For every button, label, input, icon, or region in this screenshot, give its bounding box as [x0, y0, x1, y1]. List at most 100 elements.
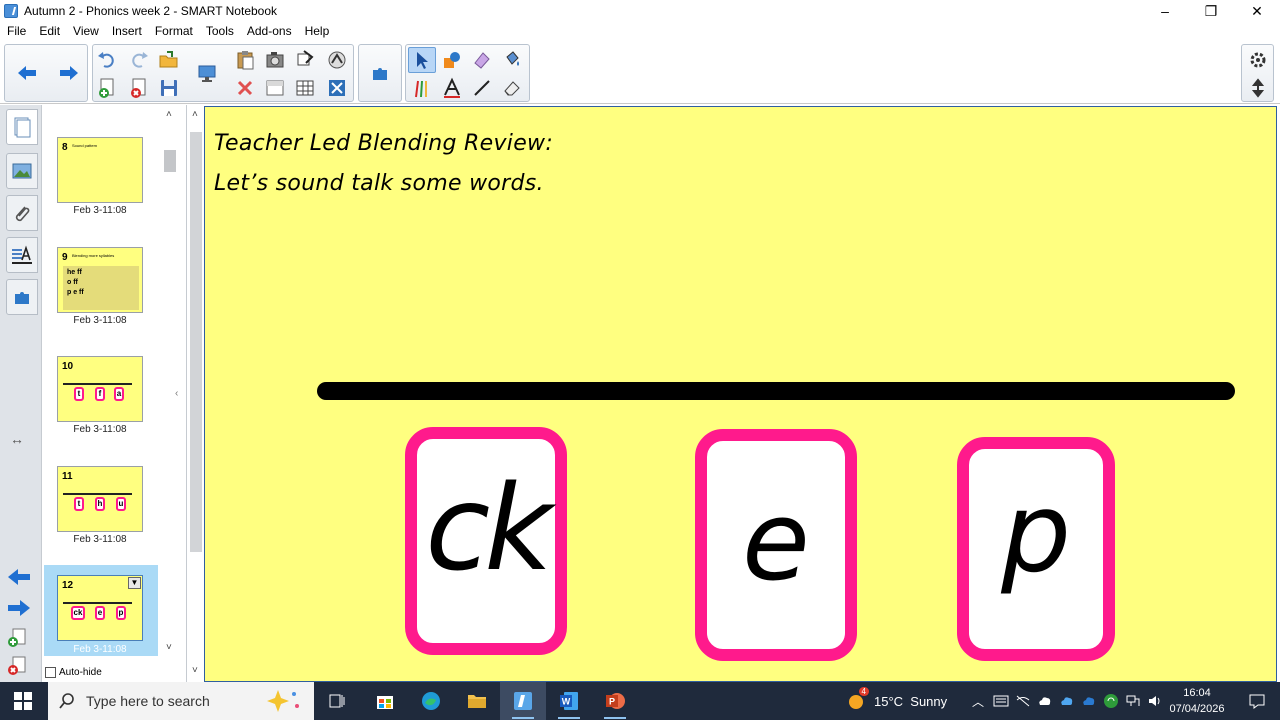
grapheme-card-e[interactable]: e: [695, 429, 857, 661]
lines-icon[interactable]: [468, 75, 496, 101]
canvas-scroll-up-icon[interactable]: ˄: [192, 109, 198, 120]
onedrive-icon[interactable]: [1059, 694, 1075, 708]
menu-help[interactable]: Help: [298, 24, 336, 38]
menu-format[interactable]: Format: [148, 24, 199, 38]
back-arrow-icon[interactable]: [13, 60, 41, 86]
auto-hide-checkbox[interactable]: Auto-hide: [45, 667, 102, 678]
new-page-icon[interactable]: [93, 75, 121, 101]
settings-icon[interactable]: [1244, 47, 1272, 73]
close-button[interactable]: ✕: [1234, 0, 1280, 22]
screen-capture-icon[interactable]: [261, 47, 289, 73]
screen-share-icon[interactable]: [193, 60, 221, 86]
heading-line-2[interactable]: Let’s sound talk some words.: [214, 171, 544, 196]
thumbnail-menu-dropdown[interactable]: ▼: [128, 577, 141, 589]
gallery-tab[interactable]: [6, 153, 38, 189]
scroll-down-icon[interactable]: ˅: [166, 642, 172, 653]
sidebar-tabs: ↔: [0, 105, 42, 682]
sound-line[interactable]: [317, 382, 1235, 400]
network-off-icon[interactable]: [1015, 694, 1031, 708]
sync-status-icon[interactable]: [1103, 693, 1119, 709]
fill-bucket-icon[interactable]: [498, 47, 526, 73]
menu-file[interactable]: File: [0, 24, 32, 38]
taskbar-search-box[interactable]: Type here to search: [48, 682, 314, 720]
scroll-thumb[interactable]: [164, 150, 176, 172]
delete-icon[interactable]: [231, 75, 259, 101]
file-explorer-button[interactable]: [454, 682, 500, 720]
pens-icon[interactable]: [408, 75, 436, 101]
notebook-page-canvas[interactable]: Teacher Led Blending Review: Let’s sound…: [204, 106, 1277, 682]
powerpoint-button[interactable]: P: [592, 682, 638, 720]
collapse-sorter-icon[interactable]: ‹: [175, 388, 178, 399]
add-ons-tab[interactable]: [6, 279, 38, 315]
start-button[interactable]: [0, 682, 46, 720]
properties-tab[interactable]: [6, 237, 38, 273]
redo-icon[interactable]: [125, 47, 153, 73]
text-icon[interactable]: [438, 75, 466, 101]
forward-arrow-icon[interactable]: [55, 60, 83, 86]
grapheme-text: e: [742, 477, 810, 605]
resize-sidebar-icon[interactable]: ↔: [10, 431, 24, 447]
eraser-icon[interactable]: [498, 75, 526, 101]
page-sorter-tab[interactable]: [6, 109, 38, 145]
wired-network-icon[interactable]: [1125, 694, 1141, 708]
save-icon[interactable]: [155, 75, 183, 101]
volume-icon[interactable]: [1147, 694, 1163, 708]
scroll-up-icon[interactable]: ˄: [166, 109, 172, 120]
cloud-sync-icon[interactable]: [1037, 694, 1053, 708]
undo-icon[interactable]: [93, 47, 121, 73]
table-icon[interactable]: [291, 75, 319, 101]
notifications-button[interactable]: [1234, 682, 1280, 720]
menu-view[interactable]: View: [66, 24, 105, 38]
menu-edit[interactable]: Edit: [32, 24, 66, 38]
page-thumbnail-8[interactable]: 8 Sound pattern: [57, 137, 143, 203]
open-file-icon[interactable]: [155, 47, 183, 73]
thumbnail-word: p e ff: [67, 289, 84, 296]
move-toolbar-icon[interactable]: [1244, 75, 1272, 101]
page-thumbnail-12[interactable]: 12 ck e p ▼: [57, 575, 143, 641]
document-camera-icon[interactable]: [323, 47, 351, 73]
weather-widget[interactable]: 4 15°C Sunny: [846, 682, 947, 720]
heading-line-1[interactable]: Teacher Led Blending Review:: [214, 131, 553, 156]
page-thumbnail-10[interactable]: 10 t f a: [57, 356, 143, 422]
attachments-tab[interactable]: [6, 195, 38, 231]
canvas-scrollbar[interactable]: ˄ ˅: [186, 105, 204, 682]
auto-hide-box[interactable]: [45, 667, 56, 678]
grapheme-card-ck[interactable]: ck: [405, 427, 567, 655]
add-ons-icon[interactable]: [366, 60, 394, 86]
delete-page-icon-side[interactable]: [6, 655, 28, 680]
keyboard-icon[interactable]: [993, 694, 1009, 708]
page-thumbnail-11[interactable]: 11 t h u: [57, 466, 143, 532]
delete-page-icon[interactable]: [125, 75, 153, 101]
restore-button[interactable]: ❐: [1188, 0, 1234, 22]
full-screen-icon[interactable]: [323, 75, 351, 101]
previous-page-icon[interactable]: [6, 567, 32, 590]
task-view-button[interactable]: [314, 682, 360, 720]
magic-pen-icon[interactable]: [468, 47, 496, 73]
minimize-button[interactable]: –: [1142, 0, 1188, 22]
canvas-scroll-down-icon[interactable]: ˅: [192, 665, 198, 676]
thumbnail-card: a: [114, 387, 124, 401]
word-button[interactable]: W: [546, 682, 592, 720]
thumbnail-number: 10: [62, 361, 74, 372]
shapes-icon[interactable]: [438, 47, 466, 73]
page-thumbnail-9[interactable]: 9 Blending more syllables he ff o ff p e…: [57, 247, 143, 313]
add-page-icon[interactable]: [6, 627, 28, 652]
screen-shade-icon[interactable]: [261, 75, 289, 101]
paste-icon[interactable]: [231, 47, 259, 73]
sorter-scrollbar[interactable]: ˄ ˅: [160, 105, 186, 665]
select-icon[interactable]: [408, 47, 436, 73]
taskbar-clock[interactable]: 16:04 07/04/2026: [1162, 685, 1232, 717]
next-page-icon[interactable]: [6, 598, 32, 621]
smart-notebook-taskbar-button[interactable]: [500, 682, 546, 720]
microsoft-store-button[interactable]: [362, 682, 408, 720]
onedrive-business-icon[interactable]: [1081, 694, 1097, 708]
show-hidden-icons-icon[interactable]: ︿: [972, 693, 984, 710]
menu-tools[interactable]: Tools: [199, 24, 240, 38]
edge-browser-button[interactable]: [408, 682, 454, 720]
menu-add-ons[interactable]: Add-ons: [240, 24, 298, 38]
fill-icon[interactable]: [291, 47, 319, 73]
canvas-scroll-thumb[interactable]: [190, 132, 202, 552]
weather-sun-icon: 4: [846, 687, 869, 711]
menu-insert[interactable]: Insert: [105, 24, 148, 38]
grapheme-card-p[interactable]: p: [957, 437, 1115, 661]
